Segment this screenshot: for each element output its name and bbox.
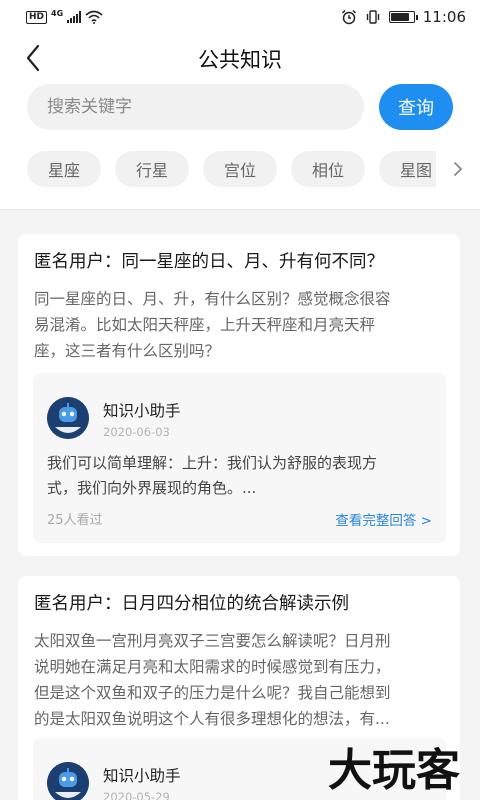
answer-text-line: 我们可以简单理解：上升：我们认为舒服的表现方 [47,454,378,472]
status-left: HD 4G [26,8,103,24]
question-body-line: 但是这个双鱼和双子的压力是什么呢？我自己能想到 [34,684,391,702]
vibrate-icon [366,10,379,24]
back-button[interactable] [18,40,48,76]
question-body-line: 太阳双鱼一宫刑月亮双子三宫要怎么解读呢？日月刑 [34,632,391,650]
answer-date: 2020-06-03 [103,425,170,439]
answer-text-line: 式，我们向外界展现的角色。... [47,479,257,497]
answerer-name: 知识小助手 [103,402,181,420]
battery-icon [388,11,418,23]
tag-constellation[interactable]: 星座 [27,151,101,187]
title-bar: 公共知识 [0,34,480,84]
search-box[interactable] [27,84,364,130]
tag-aspect[interactable]: 相位 [291,151,365,187]
clock: 11:06 [422,8,466,26]
tag-planet[interactable]: 行星 [115,151,189,187]
question-title: 匿名用户：日月四分相位的统合解读示例 [34,594,349,614]
network-type: 4G [51,8,64,18]
search-area: 查询 [0,84,480,144]
status-right: 11:06 [341,8,466,26]
search-button[interactable]: 查询 [379,84,453,130]
battery-level [390,13,410,21]
question-body-line: 易混淆。比如太阳天秤座，上升天秤座和月亮天秤 [34,316,376,334]
status-bar: HD 4G 11:06 [0,0,480,34]
hd-badge: HD [26,10,48,24]
watermark-logo: 大玩客 [328,745,460,795]
question-body: 同一星座的日、月、升，有什么区别？感觉概念很容 易混淆。比如太阳天秤座，上升天秤… [34,286,446,364]
question-body-line: 说明她在满足月亮和太阳需求的时候感觉到有压力， [34,658,391,676]
question-body-line: 座，这三者有什么区别吗？ [34,342,221,360]
answer-box: 知识小助手 2020-06-03 我们可以简单理解：上升：我们认为舒服的表现方 … [33,373,446,543]
robot-avatar-icon [47,397,89,439]
answerer-name: 知识小助手 [103,767,181,785]
avatar [47,397,89,439]
page-title: 公共知识 [198,48,282,72]
robot-avatar-icon [47,762,89,800]
search-input[interactable] [47,97,364,117]
signal-icon [67,11,82,23]
answer-date: 2020-05-29 [103,790,170,800]
chevron-right-icon [454,162,462,176]
back-arrow-icon [26,44,40,72]
view-full-answer-link[interactable]: 查看完整回答 > [335,509,432,529]
question-title: 匿名用户：同一星座的日、月、升有何不同？ [34,252,384,272]
tag-house[interactable]: 宫位 [203,151,277,187]
question-card[interactable]: 匿名用户：同一星座的日、月、升有何不同？ 同一星座的日、月、升，有什么区别？感觉… [18,234,460,556]
question-body-line: 的是太阳双鱼说明这个人有很多理想化的想法，有... [34,710,390,728]
alarm-icon [341,9,356,25]
question-body: 太阳双鱼一宫刑月亮双子三宫要怎么解读呢？日月刑 说明她在满足月亮和太阳需求的时候… [34,628,446,732]
answer-excerpt: 我们可以简单理解：上升：我们认为舒服的表现方 式，我们向外界展现的角色。... [47,451,437,501]
watermark-text: 大玩客 [328,745,460,795]
category-tags: 星座 行星 宫位 相位 星图 [0,144,480,210]
view-count: 25人看过 [47,513,103,528]
wifi-icon [85,10,103,24]
tags-scroll-right-button[interactable] [436,144,480,194]
avatar [47,762,89,800]
question-body-line: 同一星座的日、月、升，有什么区别？感觉概念很容 [34,290,391,308]
